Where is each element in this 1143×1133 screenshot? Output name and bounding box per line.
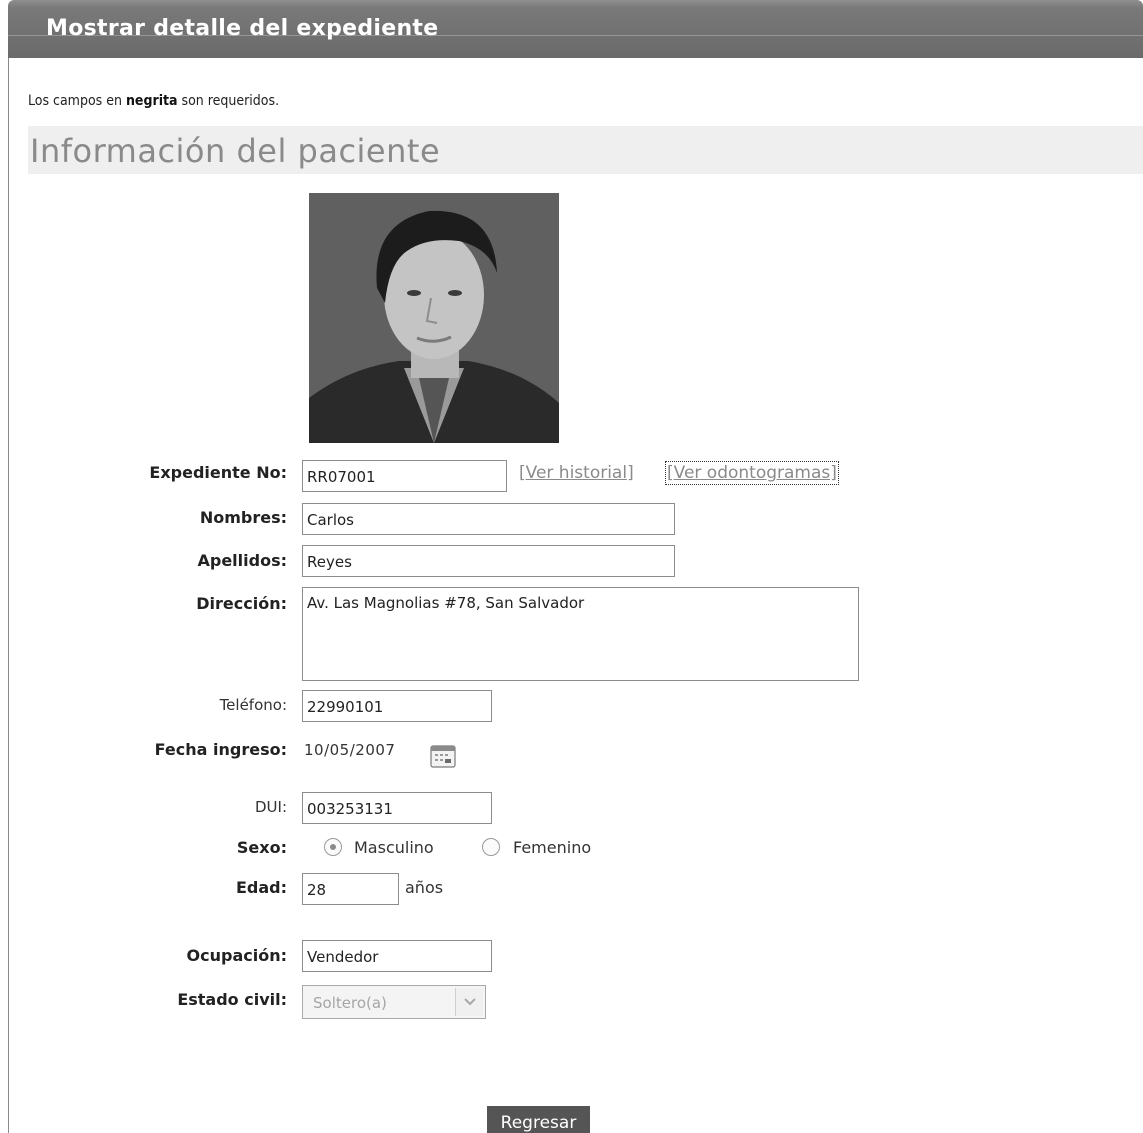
apellidos-input[interactable]: Reyes <box>302 545 675 577</box>
edad-suffix: años <box>405 878 444 897</box>
title-bar: Mostrar detalle del expediente <box>8 0 1143 58</box>
sexo-masculino-radio[interactable] <box>324 838 342 856</box>
chevron-down-icon[interactable] <box>455 988 483 1016</box>
note-prefix: Los campos en <box>28 93 126 109</box>
required-fields-note: Los campos en negrita son requeridos. <box>28 93 279 109</box>
edad-label: Edad: <box>235 878 287 897</box>
direccion-label: Dirección: <box>196 594 287 613</box>
estado-civil-select[interactable]: Soltero(a) <box>302 985 486 1019</box>
section-title: Información del paciente <box>30 132 441 170</box>
fecha-ingreso-value: 10/05/2007 <box>304 741 396 759</box>
sexo-label: Sexo: <box>236 838 287 857</box>
edad-input[interactable]: 28 <box>302 873 399 905</box>
expediente-label: Expediente No: <box>149 463 287 482</box>
sexo-femenino-radio[interactable] <box>482 838 500 856</box>
page-title: Mostrar detalle del expediente <box>46 16 439 41</box>
estado-civil-value: Soltero(a) <box>313 994 387 1012</box>
fecha-ingreso-label: Fecha ingreso: <box>154 740 287 759</box>
ocupacion-label: Ocupación: <box>186 946 287 965</box>
section-header: Información del paciente <box>28 126 1143 174</box>
window-frame <box>8 40 9 1133</box>
patient-photo <box>309 193 559 443</box>
estado-civil-label: Estado civil: <box>177 990 287 1009</box>
regresar-button[interactable]: Regresar <box>487 1106 590 1133</box>
apellidos-label: Apellidos: <box>197 551 287 570</box>
sexo-femenino-label: Femenino <box>513 838 592 857</box>
ocupacion-input[interactable]: Vendedor <box>302 940 492 972</box>
patient-photo-image <box>309 193 559 443</box>
radio-selected-dot <box>330 844 336 850</box>
note-bold-word: negrita <box>125 93 178 109</box>
expediente-input[interactable]: RR07001 <box>302 460 507 492</box>
nombres-label: Nombres: <box>199 508 287 527</box>
dui-label: DUI: <box>254 798 287 816</box>
telefono-label: Teléfono: <box>219 696 287 714</box>
calendar-icon[interactable] <box>430 744 456 768</box>
direccion-textarea[interactable]: Av. Las Magnolias #78, San Salvador <box>302 587 859 681</box>
sexo-masculino-label: Masculino <box>354 838 434 857</box>
dui-input[interactable]: 003253131 <box>302 792 492 824</box>
ver-odontogramas-link[interactable]: [Ver odontogramas] <box>665 461 839 485</box>
ver-historial-link[interactable]: [Ver historial] <box>519 463 634 483</box>
note-suffix: son requeridos. <box>177 93 280 109</box>
telefono-input[interactable]: 22990101 <box>302 690 492 722</box>
nombres-input[interactable]: Carlos <box>302 503 675 535</box>
